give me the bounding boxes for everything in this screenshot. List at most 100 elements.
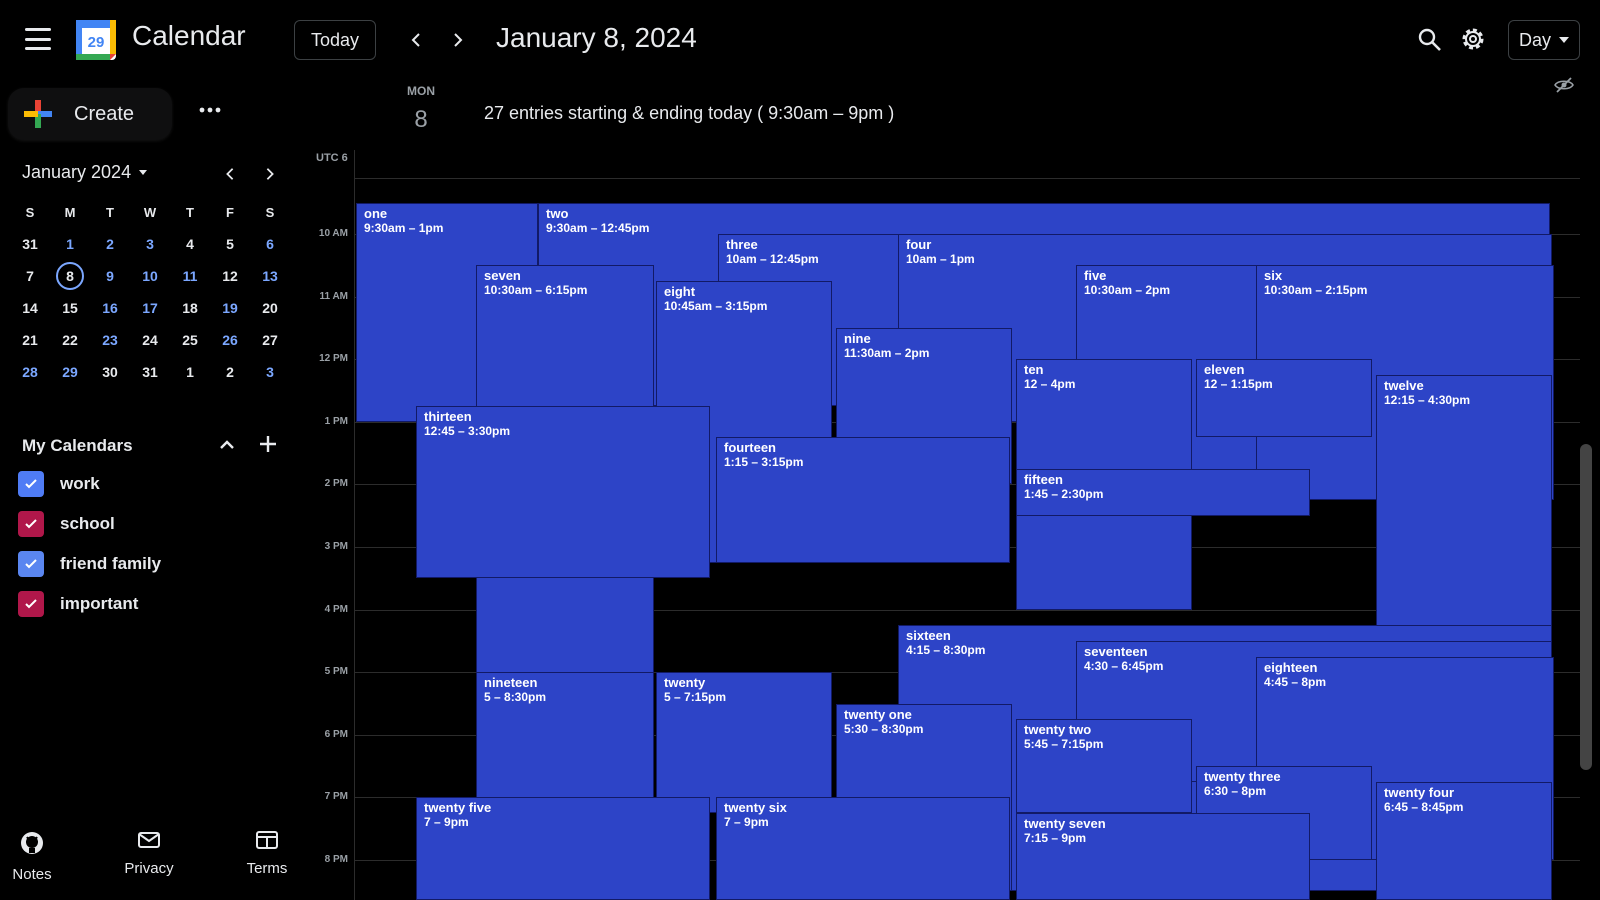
mini-calendar-day[interactable]: 2 — [210, 356, 250, 388]
event-thirteen[interactable]: thirteen 12:45 – 3:30pm — [416, 406, 710, 579]
mini-calendar-day[interactable]: 7 — [10, 260, 50, 292]
main-menu-button[interactable] — [25, 28, 51, 50]
event-twenty-two[interactable]: twenty two 5:45 – 7:15pm — [1016, 719, 1192, 814]
calendar-item-school[interactable]: school — [18, 510, 115, 538]
mini-calendar-day[interactable]: 22 — [50, 324, 90, 356]
event-fourteen[interactable]: fourteen 1:15 – 3:15pm — [716, 437, 1010, 563]
mini-calendar-day[interactable]: 8 — [50, 260, 90, 292]
day-number[interactable]: 8 — [404, 106, 438, 134]
mini-calendar-day[interactable]: 29 — [50, 356, 90, 388]
mini-calendar-day[interactable]: 28 — [10, 356, 50, 388]
footer-link-privacy[interactable]: Privacy — [114, 830, 184, 877]
mini-calendar-day[interactable]: 14 — [10, 292, 50, 324]
event-title: twenty three — [1204, 769, 1281, 785]
mini-next-month-button[interactable] — [254, 158, 286, 190]
mini-calendar-day[interactable]: 10 — [130, 260, 170, 292]
mini-calendar-weekdays: S M T W T F S — [10, 196, 290, 228]
hide-events-toggle[interactable] — [1554, 76, 1576, 96]
mini-calendar-day[interactable]: 5 — [210, 228, 250, 260]
event-time: 12:45 – 3:30pm — [424, 424, 511, 439]
mini-calendar-day[interactable]: 15 — [50, 292, 90, 324]
event-title: one — [364, 205, 388, 221]
mini-calendar-day[interactable]: 24 — [130, 324, 170, 356]
next-day-button[interactable] — [442, 24, 474, 56]
event-twenty[interactable]: twenty 5 – 7:15pm — [656, 672, 832, 814]
hour-label: 2 PM — [324, 478, 348, 490]
event-twenty-four[interactable]: twenty four 6:45 – 8:45pm — [1376, 781, 1552, 900]
mini-calendar-day[interactable]: 23 — [90, 324, 130, 356]
event-fifteen[interactable]: fifteen 1:45 – 2:30pm — [1016, 468, 1310, 516]
plus-icon — [24, 100, 52, 128]
mini-calendar-day[interactable]: 2 — [90, 228, 130, 260]
hour-label: 3 PM — [324, 541, 348, 552]
all-day-summary[interactable]: 27 entries starting & ending today ( 9:3… — [484, 103, 894, 124]
mini-calendar-day[interactable]: 26 — [210, 324, 250, 356]
collapse-calendars-button[interactable] — [218, 436, 238, 456]
mini-calendar-day[interactable]: 1 — [170, 356, 210, 388]
mini-calendar-day[interactable]: 6 — [250, 228, 290, 260]
calendar-item-work[interactable]: work — [18, 470, 100, 498]
mini-calendar-day[interactable]: 17 — [130, 292, 170, 324]
event-time: 6:30 – 8pm — [1204, 784, 1267, 799]
grid-divider — [354, 150, 355, 900]
calendar-checkbox[interactable] — [18, 551, 44, 577]
mini-calendar-week: 7 8 9 10 11 12 13 — [10, 260, 290, 292]
hour-label: 4 PM — [324, 603, 348, 615]
calendar-app: 29 Calendar Today January 8, 2024 Day Cr… — [0, 0, 1600, 900]
mini-calendar-day[interactable]: 3 — [250, 356, 290, 388]
svg-text:29: 29 — [88, 34, 105, 51]
mini-calendar-month-selector[interactable]: January 2024 — [22, 162, 148, 183]
mini-calendar-day[interactable]: 31 — [130, 356, 170, 388]
mini-calendar-day[interactable]: 30 — [90, 356, 130, 388]
footer-link-notes[interactable]: Notes — [0, 830, 67, 883]
mini-calendar-day-label: 9 — [106, 268, 114, 284]
mini-calendar-day[interactable]: 18 — [170, 292, 210, 324]
calendar-item-important[interactable]: important — [18, 590, 138, 618]
mini-calendar-day[interactable]: 11 — [170, 260, 210, 292]
mini-calendar-week: 28 29 30 31 1 2 3 — [10, 356, 290, 388]
mini-calendar-day[interactable]: 27 — [250, 324, 290, 356]
event-time: 9:30am – 1pm — [364, 220, 444, 235]
calendar-item-friend-family[interactable]: friend family — [18, 550, 161, 578]
calendar-checkbox[interactable] — [18, 591, 44, 617]
calendar-checkbox[interactable] — [18, 511, 44, 537]
mini-calendar-day[interactable]: 21 — [10, 324, 50, 356]
event-title: twenty five — [424, 800, 492, 816]
mini-calendar-day[interactable]: 12 — [210, 260, 250, 292]
mini-calendar-day[interactable]: 19 — [210, 292, 250, 324]
calendar-checkbox[interactable] — [18, 471, 44, 497]
event-title: fifteen — [1024, 471, 1063, 487]
settings-button[interactable] — [1458, 24, 1490, 56]
event-twelve[interactable]: twelve 12:15 – 4:30pm — [1376, 374, 1552, 641]
mini-calendar-day[interactable]: 4 — [170, 228, 210, 260]
create-label: Create — [74, 102, 135, 125]
event-twenty-seven[interactable]: twenty seven 7:15 – 9pm — [1016, 813, 1310, 900]
mini-calendar-day[interactable]: 1 — [50, 228, 90, 260]
mini-calendar-day-label: 17 — [142, 300, 158, 316]
checkmark-icon — [25, 599, 37, 609]
event-twenty-six[interactable]: twenty six 7 – 9pm — [716, 797, 1010, 900]
scrollbar[interactable] — [1580, 444, 1592, 770]
event-time: 5:45 – 7:15pm — [1024, 737, 1104, 752]
view-selector[interactable]: Day — [1508, 20, 1580, 60]
event-twenty-five[interactable]: twenty five 7 – 9pm — [416, 797, 710, 900]
mini-prev-month-button[interactable] — [214, 158, 246, 190]
more-options-button[interactable] — [196, 96, 224, 124]
today-button[interactable]: Today — [294, 20, 376, 60]
create-button[interactable]: Create — [8, 88, 172, 140]
mini-calendar-day[interactable]: 31 — [10, 228, 50, 260]
mini-calendar-day[interactable]: 16 — [90, 292, 130, 324]
event-eleven[interactable]: eleven 12 – 1:15pm — [1196, 359, 1372, 438]
previous-day-button[interactable] — [400, 24, 432, 56]
search-button[interactable] — [1416, 26, 1446, 56]
mini-calendar-day[interactable]: 20 — [250, 292, 290, 324]
mini-calendar-day[interactable]: 13 — [250, 260, 290, 292]
mini-calendar-day[interactable]: 3 — [130, 228, 170, 260]
mini-calendar-day[interactable]: 25 — [170, 324, 210, 356]
add-calendar-button[interactable] — [258, 434, 280, 456]
mini-calendar-day[interactable]: 9 — [90, 260, 130, 292]
footer-link-terms[interactable]: Terms — [232, 830, 302, 877]
hour-label: 8 PM — [324, 854, 348, 865]
event-title: twenty two — [1024, 722, 1092, 738]
hour-label: 12 PM — [319, 353, 348, 365]
